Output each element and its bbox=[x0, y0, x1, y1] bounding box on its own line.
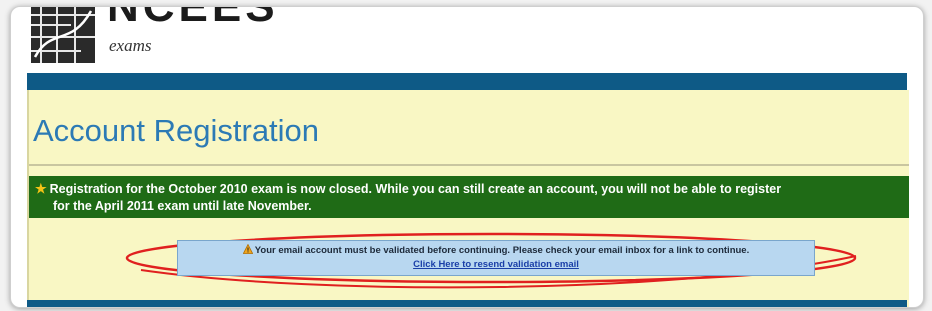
warning-icon bbox=[242, 243, 254, 254]
notice-line-1: Registration for the October 2010 exam i… bbox=[49, 182, 782, 196]
logo-subtitle: exams bbox=[109, 36, 152, 55]
screenshot-frame: NCEES exams Account Registration ★ Regist… bbox=[10, 6, 924, 308]
alert-message: Your email account must be validated bef… bbox=[254, 245, 750, 256]
email-validation-alert: Your email account must be validated bef… bbox=[177, 240, 815, 276]
web-page: NCEES exams Account Registration ★ Regist… bbox=[27, 6, 909, 307]
registration-notice-banner: ★ Registration for the October 2010 exam … bbox=[29, 176, 909, 218]
footer-bar bbox=[27, 300, 907, 307]
header-nav-bar bbox=[27, 73, 907, 90]
notice-line-2: for the April 2011 exam until late Novem… bbox=[53, 199, 312, 213]
star-icon: ★ bbox=[35, 181, 47, 196]
site-header: NCEES exams bbox=[27, 6, 907, 90]
ncees-logo-icon[interactable] bbox=[31, 7, 95, 63]
main-content: Account Registration ★ Registration for t… bbox=[27, 90, 909, 307]
logo-wordmark: NCEES bbox=[107, 6, 279, 31]
title-divider bbox=[29, 164, 909, 166]
resend-validation-link[interactable]: Click Here to resend validation email bbox=[178, 258, 814, 272]
page-title: Account Registration bbox=[33, 113, 320, 148]
